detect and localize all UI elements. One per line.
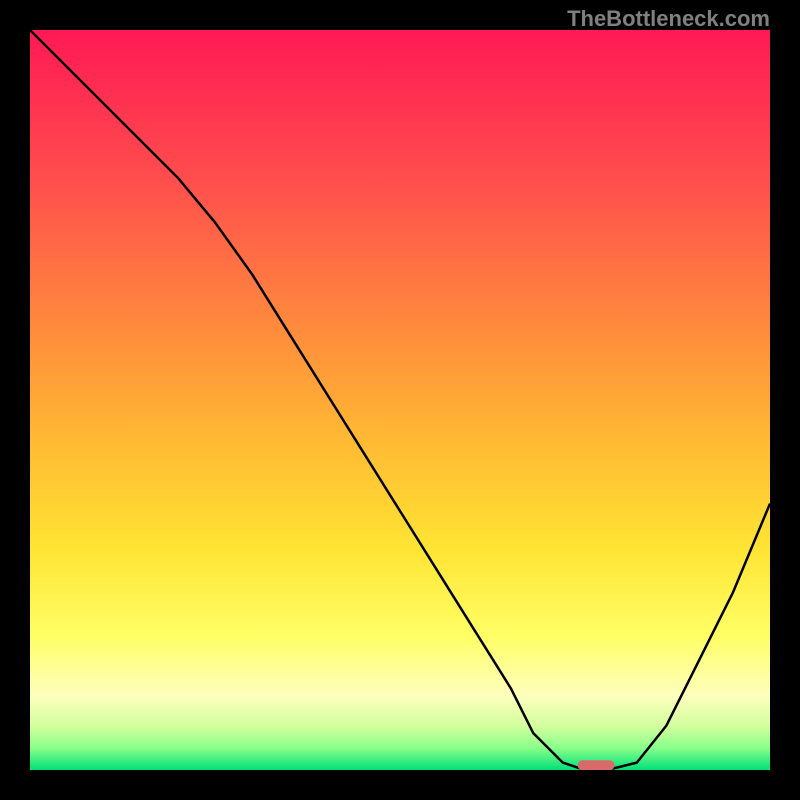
bottleneck-curve <box>30 30 770 770</box>
plot-area <box>30 30 770 770</box>
optimal-marker <box>578 760 615 770</box>
watermark-text: TheBottleneck.com <box>567 6 770 32</box>
chart-container: TheBottleneck.com <box>0 0 800 800</box>
curve-layer <box>30 30 770 770</box>
